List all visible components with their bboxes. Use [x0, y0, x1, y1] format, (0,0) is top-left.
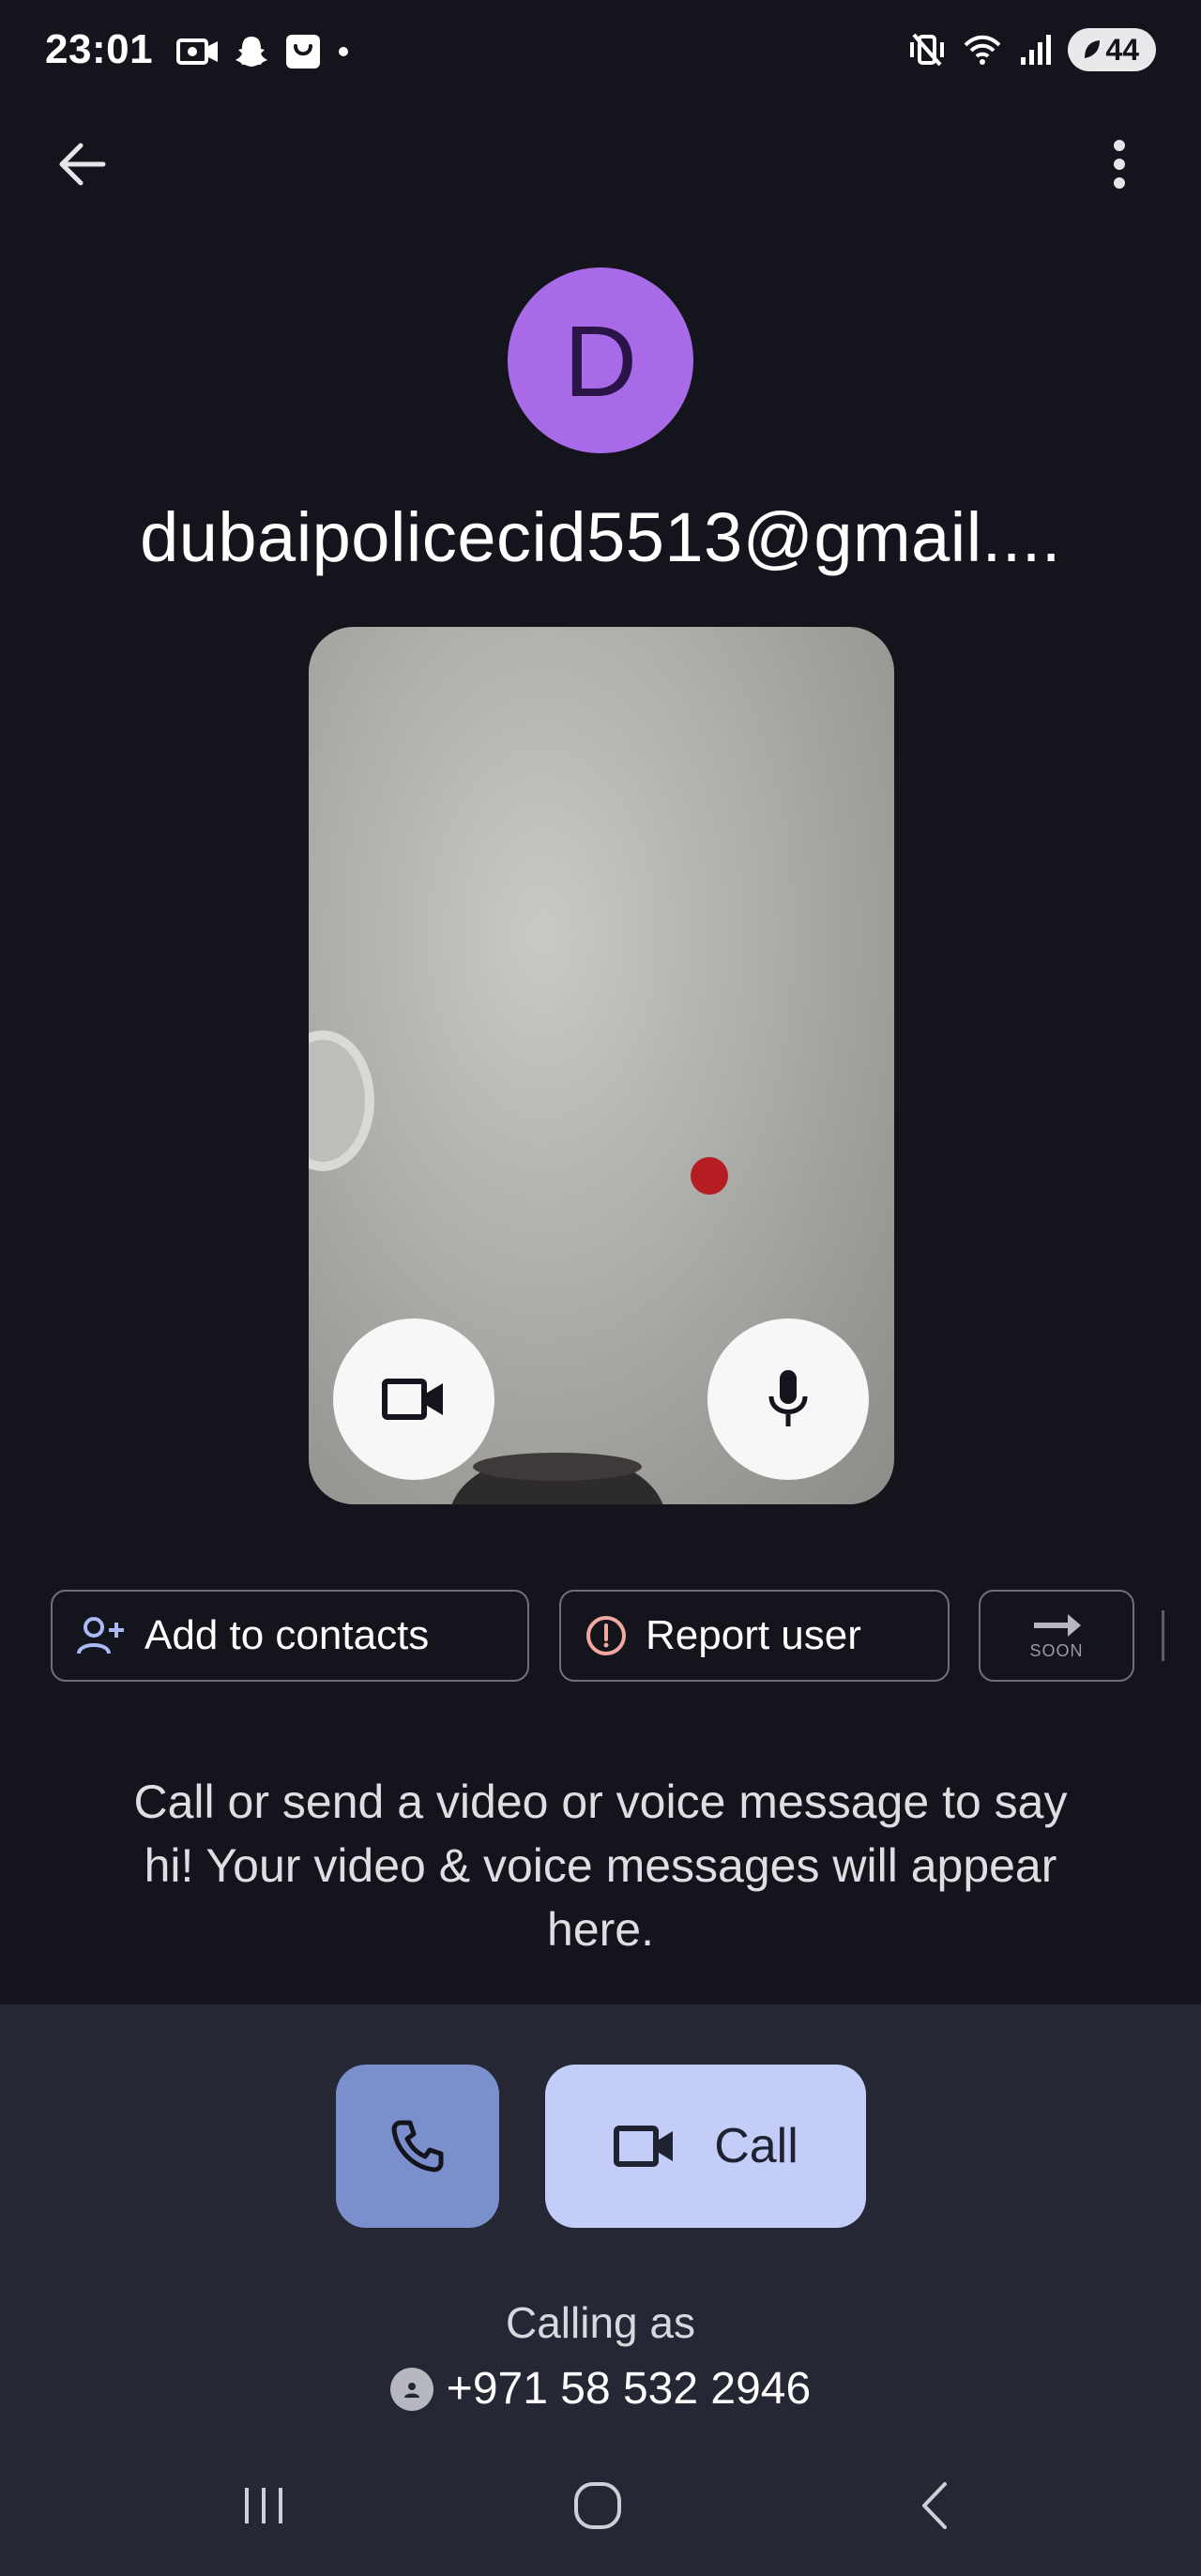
- vibrate-mute-icon: [910, 33, 945, 67]
- calling-number: +971 58 532 2946: [446, 2364, 812, 2414]
- person-add-icon: [77, 1617, 124, 1654]
- shopping-bag-icon: [286, 35, 320, 69]
- report-user-label: Report user: [646, 1612, 861, 1658]
- status-icons-right: 44: [908, 28, 1156, 71]
- toggle-camera-button[interactable]: [333, 1318, 494, 1480]
- notification-dot-icon: [339, 47, 348, 56]
- add-to-contacts-label: Add to contacts: [144, 1612, 430, 1658]
- battery-level: 44: [1105, 32, 1139, 67]
- phone-icon: [391, 2120, 444, 2172]
- soon-chip[interactable]: SOON: [979, 1590, 1134, 1682]
- video-call-button[interactable]: Call: [545, 2065, 866, 2228]
- wifi-icon: [964, 35, 1001, 65]
- person-icon: [403, 2382, 419, 2398]
- video-call-label: Call: [714, 2119, 798, 2173]
- battery-saver-leaf-icon: [1085, 40, 1101, 58]
- home-icon: [574, 2482, 621, 2529]
- nav-back-button[interactable]: [882, 2468, 985, 2543]
- videocam-icon: [614, 2126, 674, 2167]
- account-avatar-icon: [389, 2367, 433, 2411]
- chip-scroll-edge: [1162, 1610, 1164, 1661]
- preview-object: [691, 1157, 728, 1195]
- preview-object: [309, 1030, 374, 1171]
- back-button[interactable]: [49, 131, 114, 197]
- snapchat-icon: [236, 37, 267, 67]
- more-options-button[interactable]: [1087, 131, 1152, 197]
- battery-icon: 44: [1068, 28, 1156, 71]
- mic-icon: [768, 1370, 808, 1426]
- nav-recents-button[interactable]: [212, 2468, 315, 2543]
- arrow-forward-icon: [1034, 1613, 1081, 1637]
- nav-home-button[interactable]: [546, 2468, 649, 2543]
- calling-as-label: Calling as: [506, 2298, 695, 2347]
- recents-icon: [245, 2488, 282, 2523]
- arrow-back-icon: [59, 143, 106, 186]
- nav-back-icon: [922, 2482, 947, 2529]
- preview-person: [473, 1453, 642, 1481]
- status-time: 23:01: [45, 26, 154, 72]
- self-video-preview: [309, 627, 894, 1504]
- video-recording-icon: [176, 38, 218, 65]
- report-user-chip[interactable]: Report user: [559, 1590, 950, 1682]
- voice-call-button[interactable]: [336, 2065, 499, 2228]
- contact-avatar: D: [508, 267, 693, 453]
- more-vert-icon: [1114, 140, 1125, 189]
- soon-label: SOON: [1029, 1640, 1084, 1660]
- videocam-icon: [382, 1379, 443, 1420]
- report-icon: [586, 1616, 626, 1655]
- add-to-contacts-chip[interactable]: Add to contacts: [51, 1590, 529, 1682]
- signal-icon: [1021, 35, 1052, 65]
- status-icons-left: [176, 32, 351, 71]
- toggle-mic-button[interactable]: [707, 1318, 869, 1480]
- empty-state-hint: Call or send a video or voice message to…: [133, 1776, 1068, 1956]
- calling-account: +971 58 532 2946: [0, 2363, 1201, 2415]
- contact-name: dubaipolicecid5513@gmail....: [140, 498, 1061, 576]
